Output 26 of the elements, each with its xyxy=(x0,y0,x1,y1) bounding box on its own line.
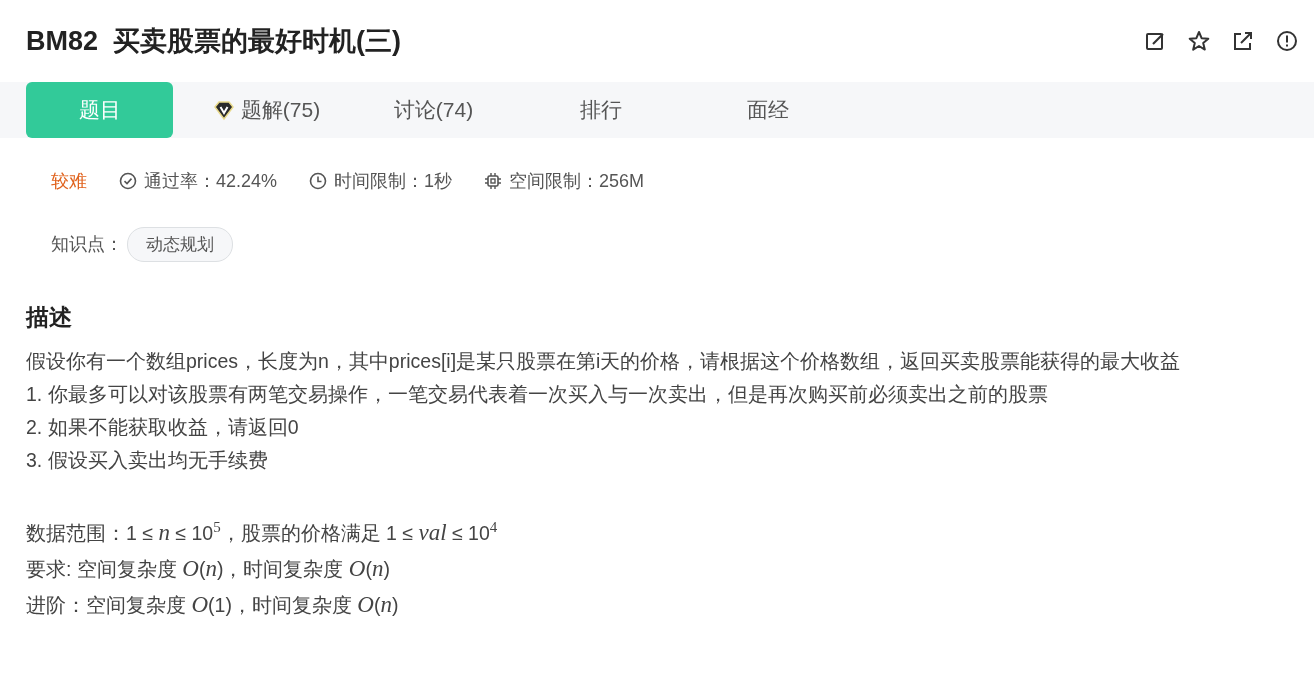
share-icon[interactable] xyxy=(1232,30,1254,52)
tab[interactable]: 讨论(74) xyxy=(360,82,507,138)
tab[interactable]: 题解(75) xyxy=(193,82,340,138)
tab[interactable]: 面经 xyxy=(694,82,841,138)
star-icon[interactable] xyxy=(1188,30,1210,52)
difficulty-label: 较难 xyxy=(51,170,87,193)
topic-tag[interactable]: 动态规划 xyxy=(127,226,233,262)
description-text: 假设你有一个数组prices，长度为n，其中prices[i]是某只股票在第i天的价格，请根据这个价格数组，返回买卖股票能获得的最大收益 xyxy=(26,349,1182,374)
clock-icon xyxy=(309,172,328,190)
description-text: 1. 你最多可以对该股票有两笔交易操作，一笔交易代表着一次买入与一次卖出，但是再次购买前必须卖出之前的股票 xyxy=(26,382,1049,407)
chip-icon xyxy=(484,172,503,190)
description-text: 3. 假设买入卖出均无手续费 xyxy=(26,448,269,473)
constraint-text: 进阶：空间复杂度 O(1)，时间复杂度 O(n) xyxy=(26,590,400,619)
constraint-text: 数据范围：1 ≤ n ≤ 10$^{5}$，股票的价格满足 1 ≤ val ≤ 10$^{4}$ xyxy=(26,518,499,547)
tab[interactable]: 排行 xyxy=(527,82,674,138)
constraint-text: 要求: 空间复杂度 O(n)，时间复杂度 O(n) xyxy=(26,554,391,583)
stat-text: 通过率：42.24% xyxy=(144,170,278,193)
check-circle-icon xyxy=(119,172,137,190)
knowledge-label: 知识点： xyxy=(51,233,123,256)
warning-icon[interactable] xyxy=(1276,30,1298,52)
description-text: 2. 如果不能获取收益，请返回0 xyxy=(26,415,300,440)
stat-text: 时间限制：1秒 xyxy=(334,170,453,193)
edit-icon[interactable] xyxy=(1144,30,1166,52)
section-heading: 描述 xyxy=(26,303,73,332)
stat-text: 空间限制：256M xyxy=(509,170,645,193)
problem-title: BM82 买卖股票的最好时机(三) xyxy=(26,25,401,58)
